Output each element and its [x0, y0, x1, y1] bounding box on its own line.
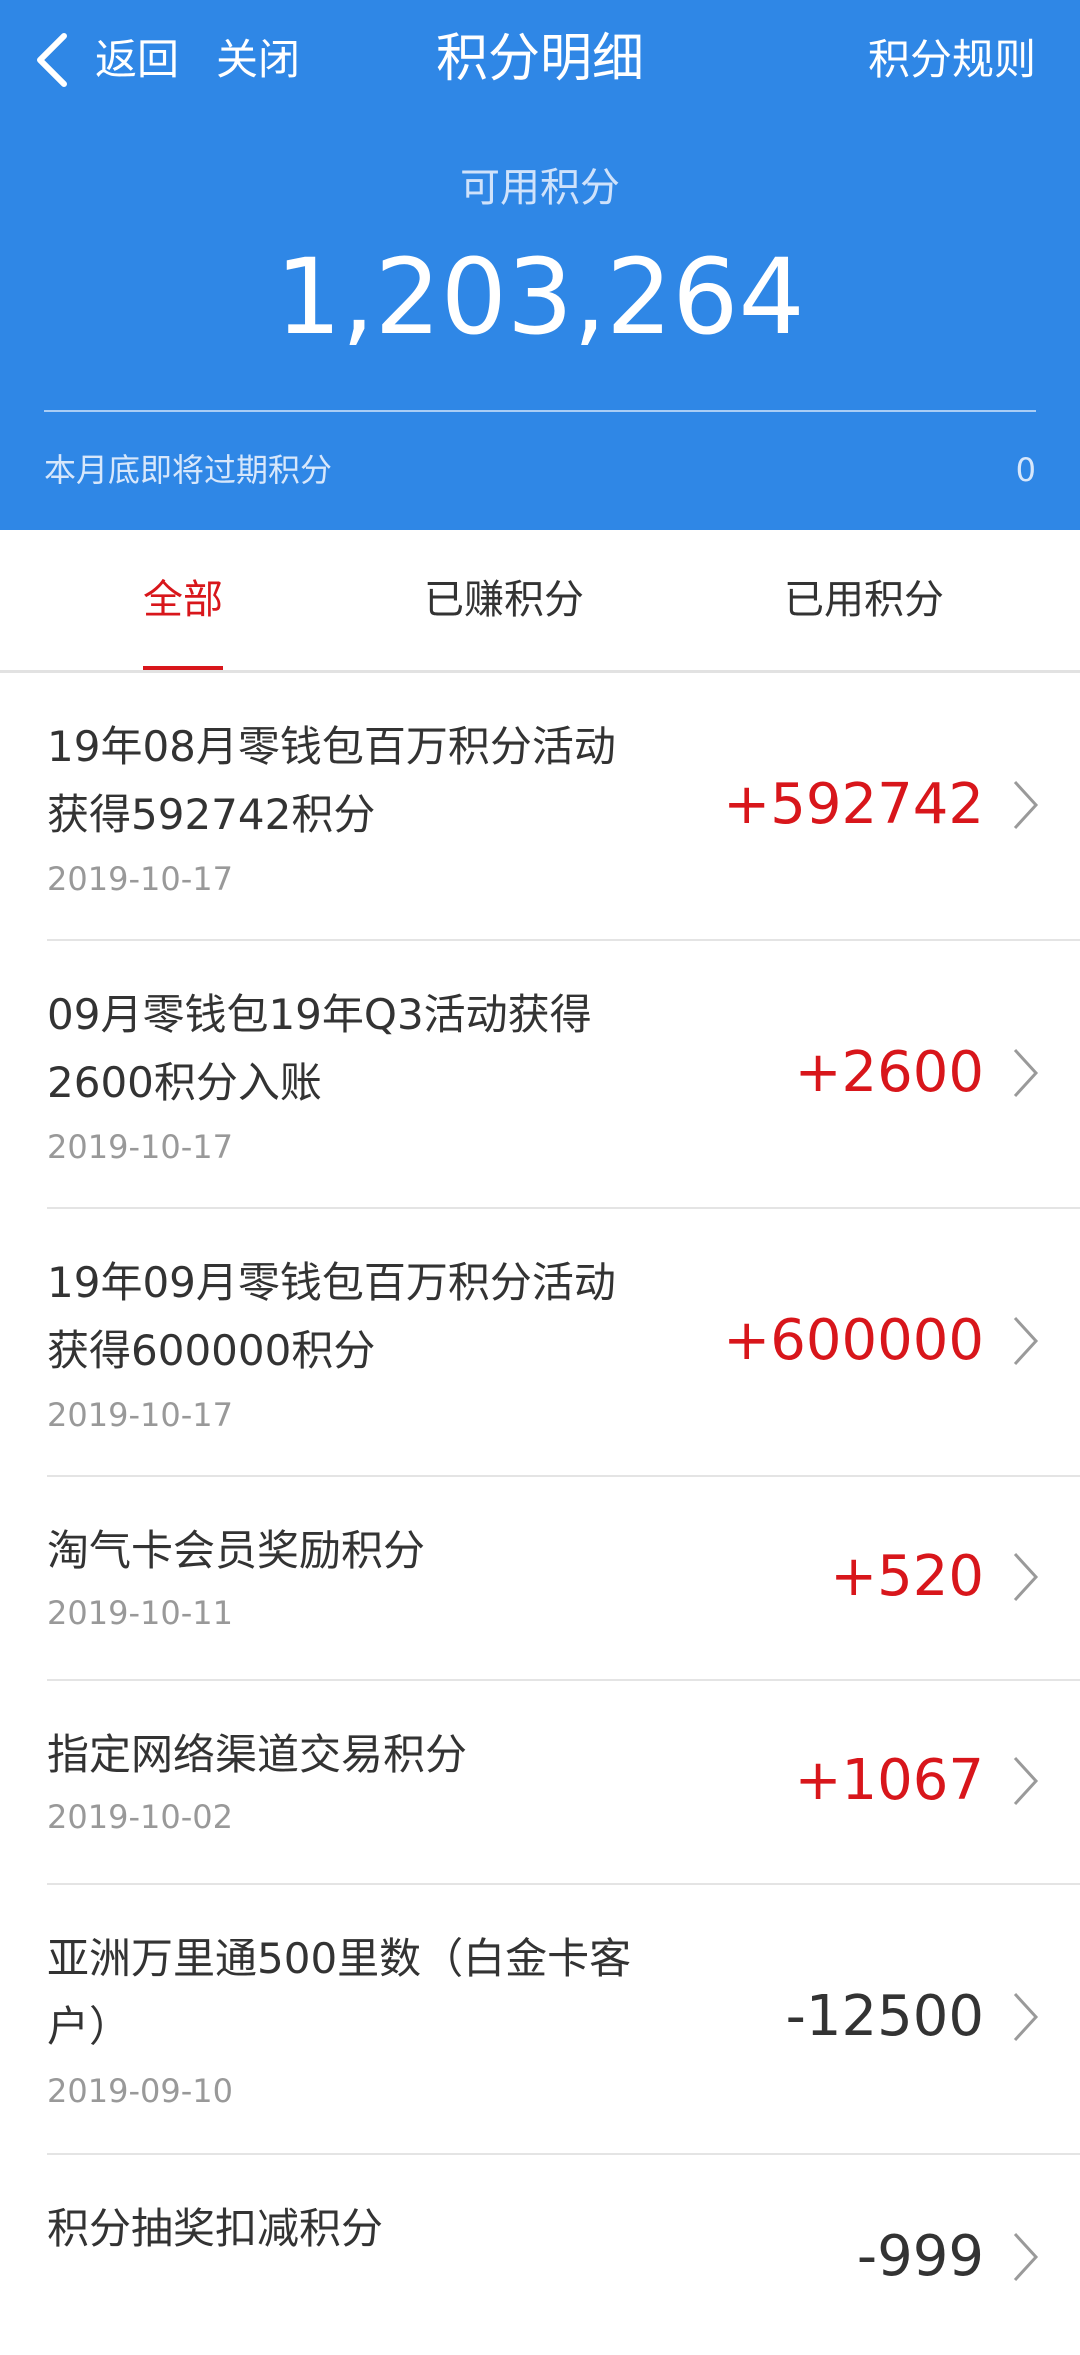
record-title: 09月零钱包19年Q3活动获得2600积分入账 — [47, 990, 592, 1107]
list-item[interactable]: 指定网络渠道交易积分 2019-10-02 +1067 — [0, 1681, 1080, 1885]
list-item[interactable]: 积分抽奖扣减积分 -999 — [0, 2155, 1080, 2355]
chevron-right-icon — [1013, 780, 1039, 830]
record-title: 亚洲万里通500里数（白金卡客户） — [47, 1934, 632, 2051]
header-divider — [44, 410, 1036, 412]
list-item[interactable]: 亚洲万里通500里数（白金卡客户） 2019-09-10 -12500 — [0, 1885, 1080, 2155]
chevron-right-icon — [1013, 1552, 1039, 1602]
points-record-list: 19年08月零钱包百万积分活动获得592742积分 2019-10-17 +59… — [0, 673, 1080, 2355]
tab-used[interactable]: 已用积分 — [784, 530, 944, 670]
record-title: 淘气卡会员奖励积分 — [47, 1526, 426, 1575]
expiring-points-label: 本月底即将过期积分 — [44, 451, 333, 489]
record-title: 19年08月零钱包百万积分活动获得592742积分 — [47, 722, 616, 839]
record-amount: +592742 — [723, 772, 984, 837]
record-amount: +520 — [830, 1544, 984, 1609]
list-item[interactable]: 19年09月零钱包百万积分活动获得600000积分 2019-10-17 +60… — [0, 1209, 1080, 1477]
chevron-right-icon — [1013, 2232, 1039, 2282]
expiring-points-value: 0 — [1015, 451, 1036, 489]
points-rules-link[interactable]: 积分规则 — [868, 30, 1036, 90]
record-date: 2019-10-17 — [47, 860, 233, 898]
chevron-right-icon — [1013, 1316, 1039, 1366]
header: 返回 关闭 积分明细 积分规则 可用积分 1,203,264 本月底即将过期积分… — [0, 0, 1080, 530]
tab-earned[interactable]: 已赚积分 — [424, 530, 584, 670]
record-date: 2019-09-10 — [47, 2072, 233, 2110]
list-item[interactable]: 09月零钱包19年Q3活动获得2600积分入账 2019-10-17 +2600 — [0, 941, 1080, 1209]
record-amount: -12500 — [785, 1984, 984, 2049]
chevron-right-icon — [1013, 1992, 1039, 2042]
filter-tabs: 全部 已赚积分 已用积分 — [0, 530, 1080, 673]
record-amount: +2600 — [794, 1040, 984, 1105]
balance-value: 1,203,264 — [275, 236, 805, 358]
list-item[interactable]: 淘气卡会员奖励积分 2019-10-11 +520 — [0, 1477, 1080, 1681]
chevron-right-icon — [1013, 1048, 1039, 1098]
balance-label: 可用积分 — [460, 165, 620, 211]
record-date: 2019-10-17 — [47, 1396, 233, 1434]
list-item[interactable]: 19年08月零钱包百万积分活动获得592742积分 2019-10-17 +59… — [0, 673, 1080, 941]
record-amount: +1067 — [794, 1748, 984, 1813]
chevron-right-icon — [1013, 1756, 1039, 1806]
record-title: 积分抽奖扣减积分 — [47, 2204, 384, 2253]
record-amount: +600000 — [723, 1308, 984, 1373]
record-title: 19年09月零钱包百万积分活动获得600000积分 — [47, 1258, 616, 1375]
record-date: 2019-10-02 — [47, 1798, 233, 1836]
record-amount: -999 — [856, 2224, 984, 2289]
record-date: 2019-10-17 — [47, 1128, 233, 1166]
tab-all[interactable]: 全部 — [143, 530, 223, 670]
record-date: 2019-10-11 — [47, 1594, 233, 1632]
active-tab-indicator — [143, 666, 223, 670]
record-title: 指定网络渠道交易积分 — [47, 1730, 468, 1779]
